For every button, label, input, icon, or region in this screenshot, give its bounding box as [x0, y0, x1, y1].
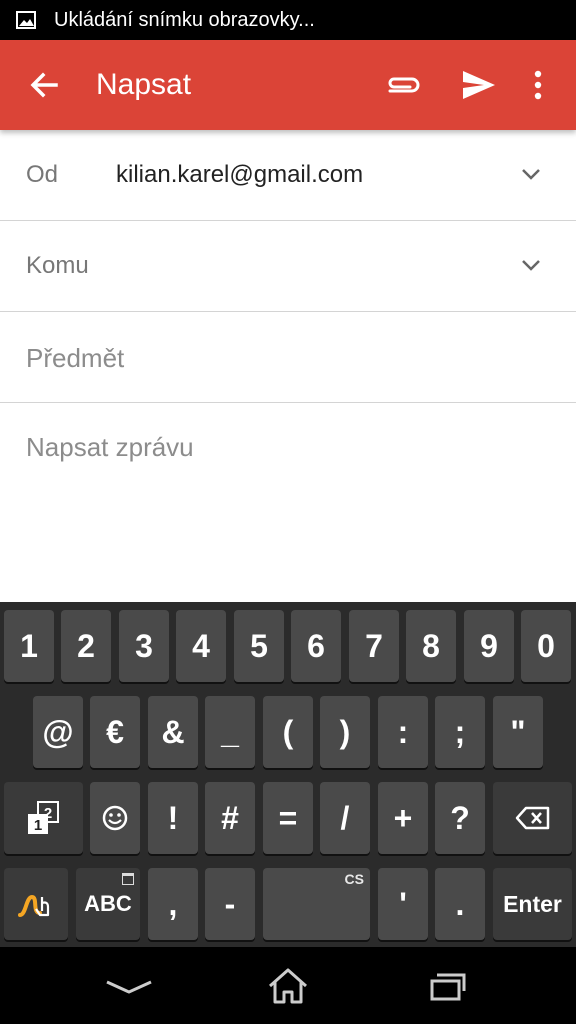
home-icon[interactable] [266, 966, 310, 1006]
from-row[interactable]: Od kilian.karel@gmail.com [0, 130, 576, 221]
to-row[interactable]: Komu [0, 221, 576, 312]
key-9[interactable]: 9 [464, 610, 514, 682]
key-period[interactable]: . [435, 868, 485, 940]
to-label: Komu [26, 252, 89, 279]
chevron-down-icon[interactable] [518, 255, 544, 275]
status-bar: Ukládání snímku obrazovky... [0, 0, 576, 40]
abc-label: ABC [84, 891, 132, 916]
backspace-icon [515, 806, 549, 830]
nav-bar [0, 947, 576, 1024]
key-underscore[interactable]: _ [205, 696, 255, 768]
number-page-icon: 2 1 [27, 801, 59, 834]
svg-text:1: 1 [33, 817, 41, 834]
image-icon [16, 11, 36, 29]
back-down-icon[interactable] [104, 977, 154, 997]
smiley-icon [102, 805, 128, 831]
key-comma[interactable]: , [148, 868, 198, 940]
key-question[interactable]: ? [435, 782, 485, 854]
swype-key[interactable] [4, 868, 68, 940]
key-at[interactable]: @ [33, 696, 83, 768]
space-key[interactable]: CS [263, 868, 370, 940]
key-paren-open[interactable]: ( [263, 696, 313, 768]
key-1[interactable]: 1 [4, 610, 54, 682]
key-equals[interactable]: = [263, 782, 313, 854]
app-bar: Napsat [0, 40, 576, 130]
key-quote[interactable]: " [493, 696, 543, 768]
key-2[interactable]: 2 [61, 610, 111, 682]
key-0[interactable]: 0 [521, 610, 571, 682]
key-5[interactable]: 5 [234, 610, 284, 682]
from-label: Od [26, 161, 59, 188]
more-vert-icon[interactable] [526, 67, 550, 103]
key-ampersand[interactable]: & [148, 696, 198, 768]
key-8[interactable]: 8 [406, 610, 456, 682]
key-slash[interactable]: / [320, 782, 370, 854]
keyboard: 1 2 3 4 5 6 7 8 9 0 @ € & _ ( ) : ; " 2 … [0, 602, 576, 947]
page-title: Napsat [96, 68, 192, 101]
body-field[interactable]: Napsat zprávu [26, 430, 194, 464]
subject-placeholder: Předmět [26, 343, 125, 373]
key-paren-close[interactable]: ) [320, 696, 370, 768]
send-icon[interactable] [459, 67, 499, 103]
key-exclamation[interactable]: ! [148, 782, 198, 854]
key-7[interactable]: 7 [349, 610, 399, 682]
subject-field[interactable]: Předmět [0, 312, 576, 403]
key-plus[interactable]: + [378, 782, 428, 854]
compose-form: Od kilian.karel@gmail.com Komu Předmět N… [0, 130, 576, 602]
number-page-key[interactable]: 2 1 [4, 782, 83, 854]
attach-icon[interactable] [382, 67, 422, 103]
recents-icon[interactable] [428, 971, 468, 1003]
status-text: Ukládání snímku obrazovky... [54, 8, 315, 31]
key-euro[interactable]: € [90, 696, 140, 768]
enter-key[interactable]: Enter [493, 868, 572, 940]
language-hint: CS [344, 871, 364, 887]
key-hash[interactable]: # [205, 782, 255, 854]
window-hint-icon [122, 873, 134, 885]
smiley-key[interactable] [90, 782, 140, 854]
key-6[interactable]: 6 [291, 610, 341, 682]
key-3[interactable]: 3 [119, 610, 169, 682]
swype-icon [18, 894, 50, 917]
abc-key[interactable]: ABC [76, 868, 140, 940]
chevron-down-icon[interactable] [518, 164, 544, 184]
key-semicolon[interactable]: ; [435, 696, 485, 768]
key-dash[interactable]: - [205, 868, 255, 940]
key-4[interactable]: 4 [176, 610, 226, 682]
key-colon[interactable]: : [378, 696, 428, 768]
from-value[interactable]: kilian.karel@gmail.com [116, 160, 363, 190]
key-apostrophe[interactable]: ' [378, 868, 428, 940]
back-arrow-icon[interactable] [24, 65, 64, 105]
backspace-key[interactable] [493, 782, 572, 854]
